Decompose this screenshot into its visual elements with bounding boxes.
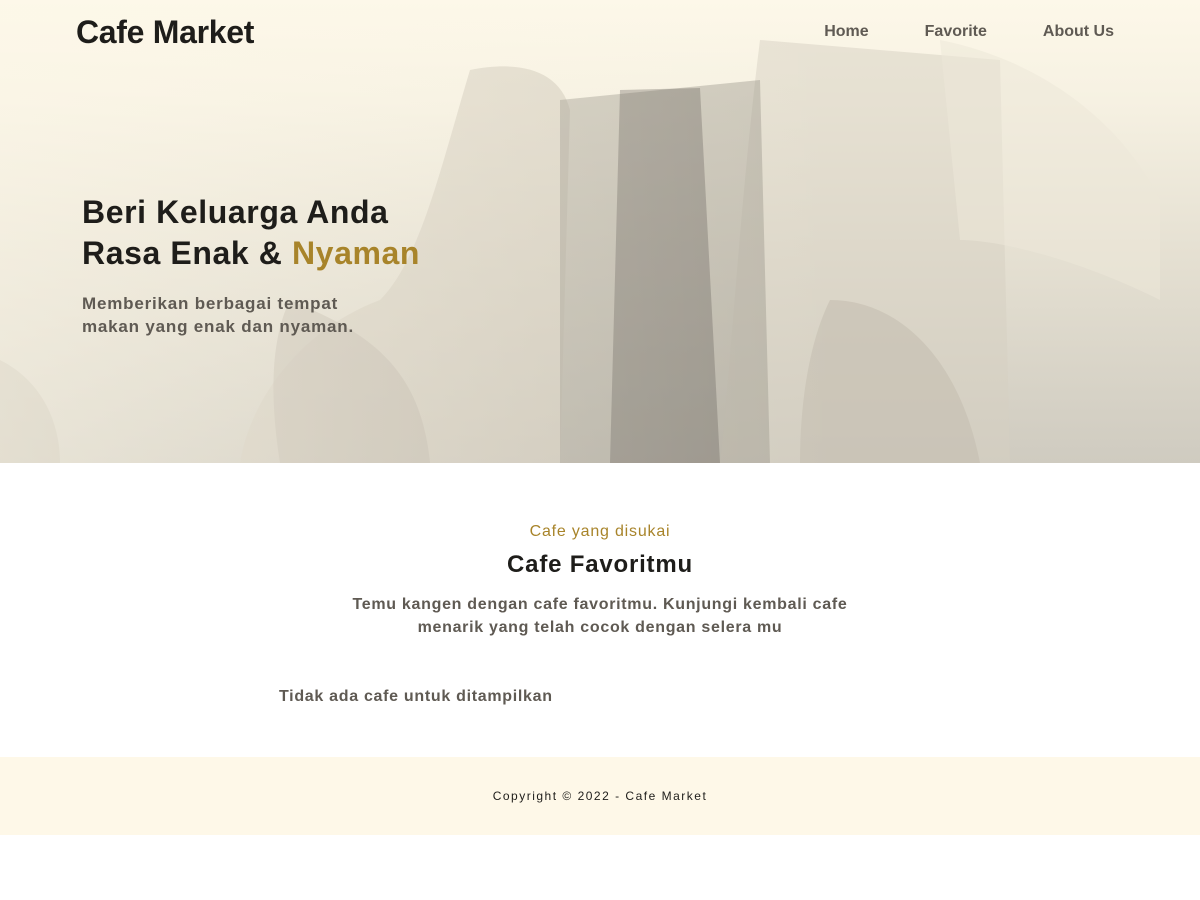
hero-title: Beri Keluarga Anda Rasa Enak & Nyaman xyxy=(82,192,420,274)
empty-state-message: Tidak ada cafe untuk ditampilkan xyxy=(279,688,553,705)
site-header: Cafe Market Home Favorite About Us xyxy=(0,0,1200,64)
hero-title-line2: Rasa Enak & xyxy=(82,235,292,271)
section-title: Cafe Favoritmu xyxy=(507,551,693,578)
hero-title-accent: Nyaman xyxy=(291,235,421,271)
section-eyebrow: Cafe yang disukai xyxy=(529,523,671,540)
nav-home-link[interactable]: Home xyxy=(824,23,868,41)
section-description: Temu kangen dengan cafe favoritmu. Kunju… xyxy=(352,596,848,636)
hero-subtitle: Memberikan berbagai tempat makan yang en… xyxy=(82,292,420,338)
hero-subtitle-line2: makan yang enak dan nyaman. xyxy=(82,317,354,336)
main-nav: Home Favorite About Us xyxy=(824,23,1114,41)
hero-section: Beri Keluarga Anda Rasa Enak & Nyaman Me… xyxy=(0,0,1200,463)
site-footer: Copyright © 2022 - Cafe Market xyxy=(0,757,1200,835)
site-logo[interactable]: Cafe Market xyxy=(76,14,254,51)
favorites-section: Cafe yang disukai Cafe Favoritmu Temu ka… xyxy=(0,463,1200,757)
copyright-text: Copyright © 2022 - Cafe Market xyxy=(492,789,708,803)
nav-about-link[interactable]: About Us xyxy=(1043,23,1114,41)
hero-title-line1: Beri Keluarga Anda xyxy=(82,194,389,230)
hero-text: Beri Keluarga Anda Rasa Enak & Nyaman Me… xyxy=(82,192,420,338)
hero-subtitle-line1: Memberikan berbagai tempat xyxy=(82,294,339,313)
nav-favorite-link[interactable]: Favorite xyxy=(925,23,987,41)
